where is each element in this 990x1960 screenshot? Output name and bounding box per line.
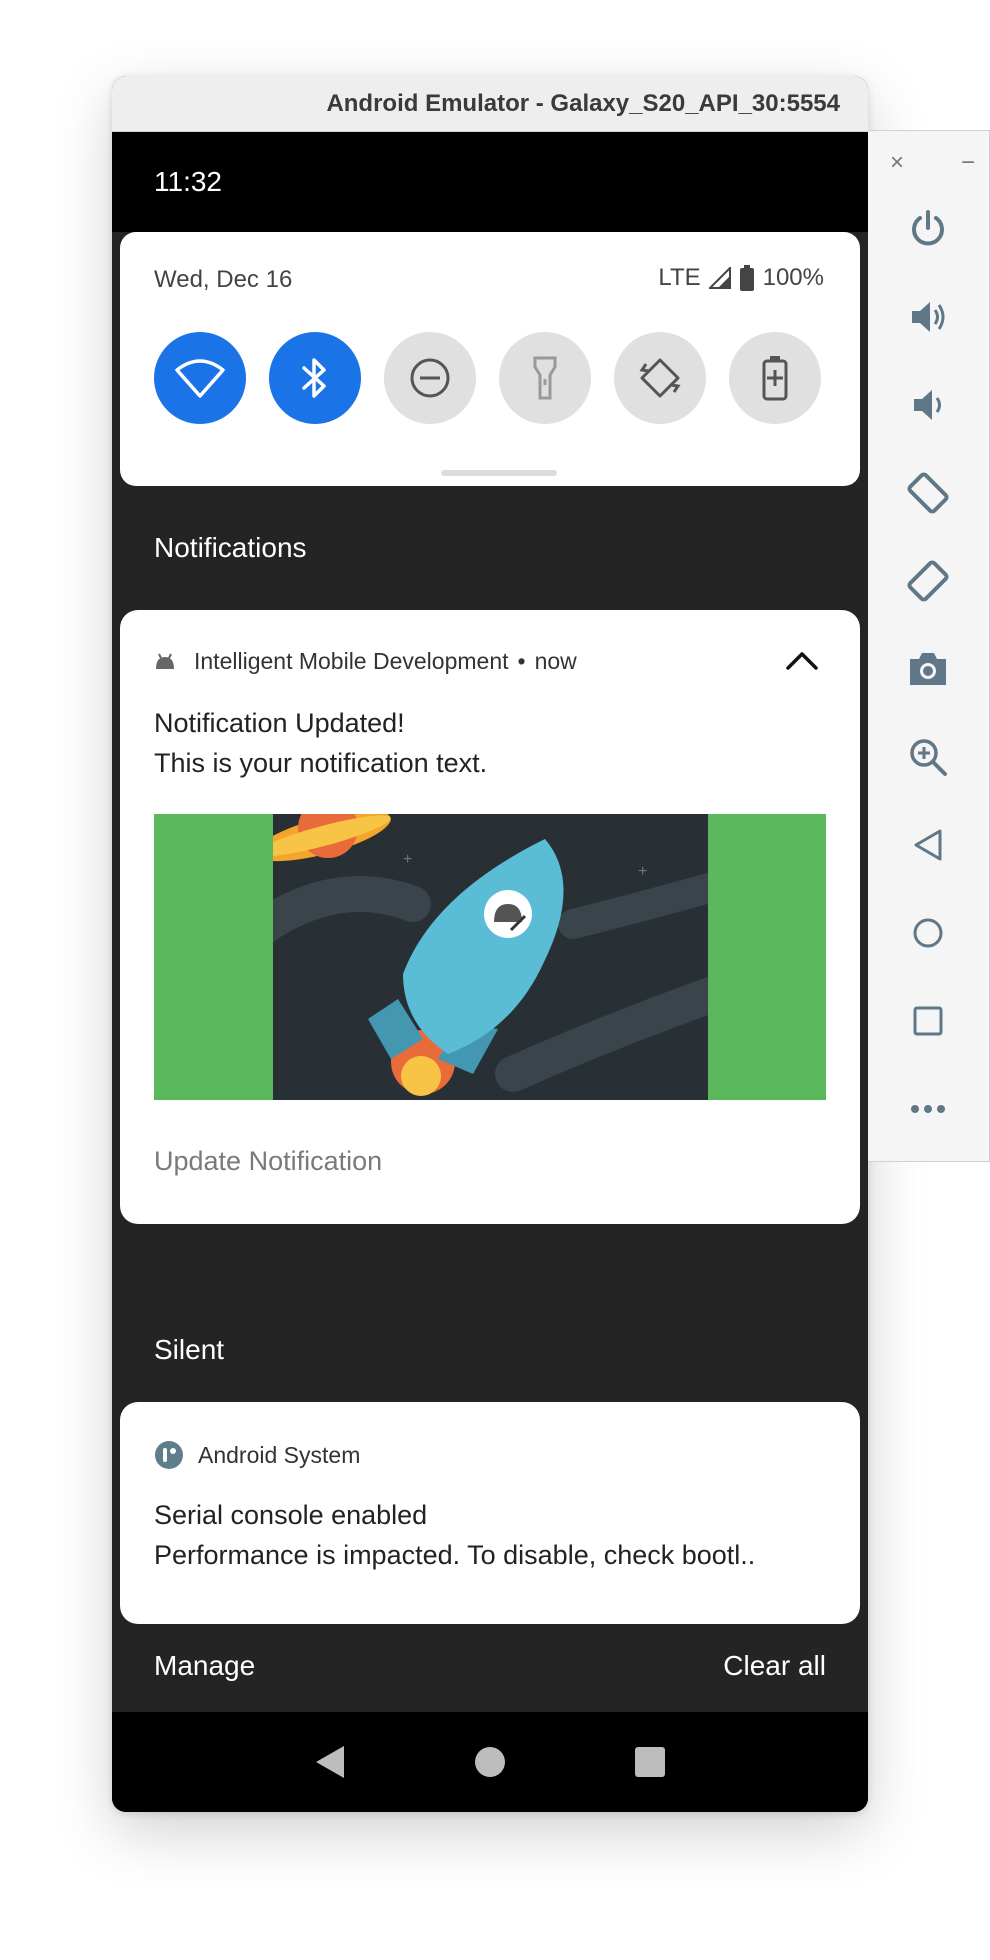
do-not-disturb-icon (410, 358, 450, 398)
more-button[interactable] (904, 1085, 952, 1133)
volume-up-button[interactable] (904, 293, 952, 341)
battery-saver-icon (762, 356, 788, 401)
rocket-illustration: + + (235, 814, 738, 1100)
auto-rotate-tile[interactable] (614, 332, 706, 424)
rotate-right-icon (907, 560, 949, 602)
manage-button[interactable]: Manage (154, 1650, 255, 1682)
dnd-tile[interactable] (384, 332, 476, 424)
system-app-name: Android System (198, 1441, 361, 1468)
emulator-window: Android Emulator - Galaxy_S20_API_30:555… (112, 76, 868, 1812)
battery-saver-tile[interactable] (729, 332, 821, 424)
quick-settings-panel: Wed, Dec 16 LTE 100% (120, 232, 860, 486)
system-notification-title: Serial console enabled (154, 1500, 428, 1530)
svg-text:+: + (638, 863, 647, 880)
notification-title: Notification Updated! (154, 708, 405, 738)
rotate-left-icon (907, 472, 949, 514)
power-icon (912, 210, 944, 246)
close-window-button[interactable]: × (890, 149, 904, 177)
title-bar[interactable]: Android Emulator - Galaxy_S20_API_30:555… (112, 76, 868, 132)
navigation-bar (112, 1712, 868, 1812)
volume-down-button[interactable] (904, 381, 952, 429)
volume-up-icon (912, 302, 945, 332)
notification-time: now (534, 648, 577, 674)
bluetooth-icon (302, 358, 326, 398)
svg-text:+: + (403, 851, 412, 868)
system-notification-card[interactable]: Android System Serial console enabled Pe… (120, 1402, 860, 1624)
qs-date: Wed, Dec 16 (154, 266, 293, 293)
screenshot-button[interactable] (904, 645, 952, 693)
notifications-header: Notifications (154, 532, 307, 563)
back-button[interactable] (904, 821, 952, 869)
overview-button[interactable] (904, 997, 952, 1045)
nav-back-icon[interactable] (314, 1744, 346, 1780)
system-notification-text: Performance is impacted. To disable, che… (154, 1540, 756, 1570)
rotate-left-button[interactable] (904, 469, 952, 517)
update-notification-action[interactable]: Update Notification (154, 1146, 382, 1177)
volume-down-icon (914, 390, 941, 420)
power-button[interactable] (904, 205, 952, 253)
signal-icon (708, 267, 731, 289)
camera-icon (910, 653, 946, 685)
wifi-icon (175, 359, 225, 398)
notification-app-name: Intelligent Mobile Development (194, 648, 509, 674)
collapse-chevron-icon[interactable] (782, 646, 822, 676)
qs-system-status: LTE 100% (658, 264, 824, 292)
rotate-right-button[interactable] (904, 557, 952, 605)
nav-overview-icon[interactable] (634, 1746, 666, 1778)
notification-separator: • (517, 648, 526, 674)
android-app-icon (156, 653, 174, 669)
battery-percent: 100% (762, 264, 824, 291)
home-button[interactable] (904, 909, 952, 957)
nav-home-icon[interactable] (474, 1746, 506, 1778)
notification-card[interactable]: Intelligent Mobile Development • now Not… (120, 610, 860, 1224)
zoom-button[interactable] (904, 733, 952, 781)
more-icon (911, 1105, 945, 1113)
status-bar: 11:32 (112, 132, 868, 232)
android-system-icon (155, 1441, 183, 1469)
back-icon (914, 829, 942, 861)
auto-rotate-icon (639, 358, 681, 398)
window-title: Android Emulator - Galaxy_S20_API_30:555… (326, 90, 840, 117)
network-type: LTE (658, 264, 701, 291)
bluetooth-tile[interactable] (269, 332, 361, 424)
flashlight-tile[interactable] (499, 332, 591, 424)
silent-header: Silent (154, 1334, 225, 1365)
status-time: 11:32 (154, 166, 222, 197)
home-icon (913, 918, 943, 948)
notification-text: This is your notification text. (154, 748, 488, 778)
wifi-tile[interactable] (154, 332, 246, 424)
overview-icon (913, 1006, 943, 1036)
minimize-window-button[interactable]: − (961, 149, 975, 177)
zoom-icon (910, 739, 947, 776)
emulator-side-panel: × − (868, 130, 990, 1162)
qs-drag-handle[interactable] (441, 470, 557, 476)
flashlight-icon (533, 356, 557, 400)
device-screen[interactable]: 11:32 Wed, Dec 16 LTE 100% Notifications… (112, 132, 868, 1812)
clear-all-button[interactable]: Clear all (723, 1650, 826, 1682)
battery-icon (739, 265, 754, 291)
notification-image: + + (154, 814, 826, 1100)
